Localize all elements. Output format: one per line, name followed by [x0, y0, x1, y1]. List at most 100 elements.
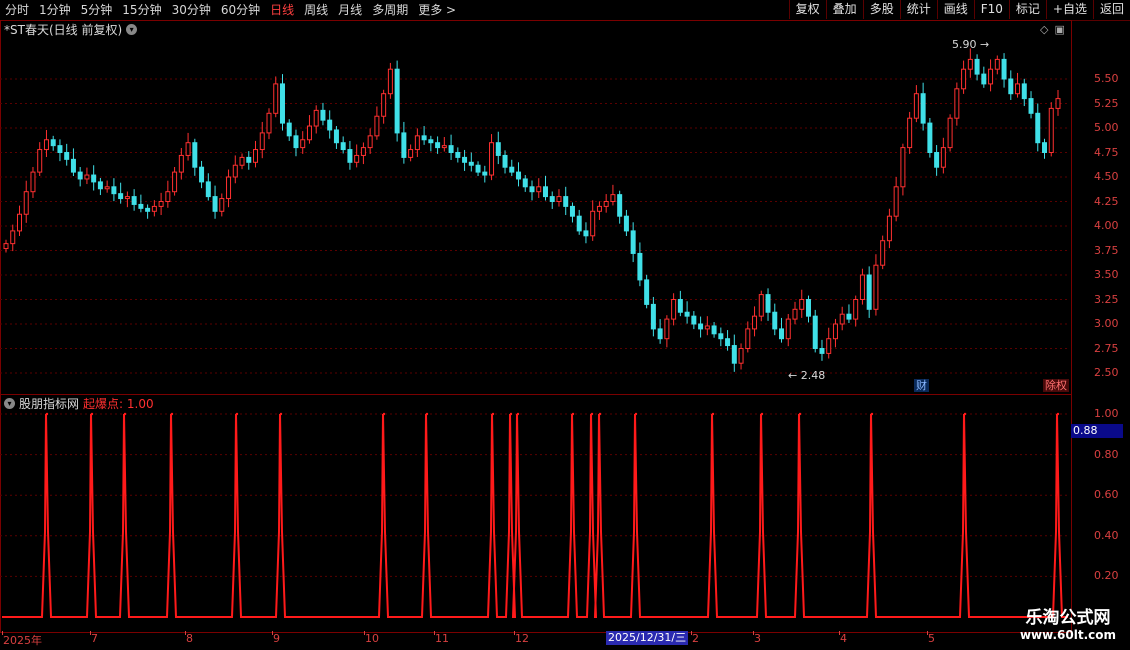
signal-peak [571, 412, 575, 416]
candle-body [253, 149, 259, 163]
candle-body [583, 230, 589, 237]
price-tick-label: 4.00 [1094, 219, 1119, 232]
candle-body [408, 149, 414, 158]
toolbar-button-4[interactable]: 画线 [936, 0, 974, 19]
candle-body [1055, 98, 1061, 109]
candle-body [306, 125, 312, 141]
signal-peak [90, 412, 94, 416]
candle-body [489, 142, 495, 176]
candle-body [158, 201, 164, 207]
toolbar-button-7[interactable]: +自选 [1045, 0, 1093, 19]
date-tick-label: 8 [186, 632, 193, 645]
candle-body [752, 315, 758, 330]
toolbar-button-5[interactable]: F10 [973, 0, 1009, 19]
candle-body [907, 117, 913, 149]
candle-body [785, 318, 791, 340]
candle-body [826, 338, 832, 354]
signal-peak [425, 412, 429, 416]
candle-body [70, 158, 76, 173]
candle-body [327, 119, 333, 131]
candle-body [30, 171, 36, 193]
candle-body [738, 348, 744, 364]
indicator-tick-label: 0.80 [1094, 447, 1119, 461]
arrow-left-icon: ← [788, 369, 798, 382]
toolbar-button-1[interactable]: 叠加 [825, 0, 863, 19]
candle-body [711, 325, 717, 335]
candle-body [124, 196, 130, 200]
date-tick-mark [2, 631, 3, 635]
candle-body [779, 328, 785, 340]
candle-body [131, 196, 137, 205]
candle-body [1008, 78, 1014, 95]
candle-body [873, 264, 879, 310]
candle-body [859, 274, 865, 300]
price-tick-label: 2.75 [1094, 341, 1119, 355]
date-tick-mark [434, 631, 435, 635]
candle-body [354, 154, 360, 163]
price-tick-label: 5.25 [1094, 96, 1119, 110]
candle-body [799, 299, 805, 310]
candle-body [704, 325, 710, 330]
candle-body [151, 205, 157, 212]
date-tick-mark [753, 631, 754, 635]
candle-body [765, 294, 771, 313]
candle-body [893, 186, 899, 217]
price-tick-label: 3.50 [1094, 268, 1119, 281]
date-tick-mark [839, 631, 840, 635]
watermark-url: www.60lt.com [1019, 628, 1116, 642]
date-tick-label: 3 [754, 632, 761, 645]
toolbar-button-6[interactable]: 标记 [1008, 0, 1046, 19]
toolbar-button-0[interactable]: 复权 [788, 0, 826, 19]
candle-body [671, 299, 677, 320]
signal-peak [382, 412, 386, 416]
period-tab-9[interactable]: 多周期 [367, 0, 413, 20]
candle-body [536, 186, 542, 193]
signal-peak [798, 412, 802, 416]
period-tab-6[interactable]: 日线 [265, 0, 299, 20]
candle-body [691, 315, 697, 325]
toolbar-button-2[interactable]: 多股 [862, 0, 900, 19]
candle-body [725, 338, 731, 347]
period-tab-4[interactable]: 30分钟 [167, 0, 216, 20]
candle-body [118, 193, 124, 200]
candle-body [657, 328, 663, 340]
date-tick-mark [927, 631, 928, 635]
period-tab-3[interactable]: 15分钟 [117, 0, 166, 20]
toolbar-button-3[interactable]: 统计 [899, 0, 937, 19]
date-tick-mark [272, 631, 273, 635]
candle-body [401, 132, 407, 158]
candle-body [43, 139, 49, 151]
candle-body [529, 186, 535, 193]
period-tab-0[interactable]: 分时 [0, 0, 34, 20]
candle-body [1021, 83, 1027, 100]
toolbar-button-8[interactable]: 返回 [1092, 0, 1130, 19]
price-tick-label: 3.75 [1094, 243, 1119, 257]
candlestick-chart[interactable] [0, 20, 1070, 393]
ex-rights-tag[interactable]: 除权 [1043, 379, 1069, 392]
candle-body [556, 196, 562, 203]
candle-body [961, 68, 967, 90]
candle-body [64, 152, 70, 160]
candle-body [104, 186, 110, 190]
period-tab-5[interactable]: 60分钟 [216, 0, 265, 20]
period-tab-7[interactable]: 周线 [299, 0, 333, 20]
candle-body [57, 145, 63, 153]
candle-body [367, 135, 373, 149]
candle-body [1048, 107, 1054, 153]
period-tab-10[interactable]: 更多 > [413, 0, 461, 20]
signal-peak [634, 412, 638, 416]
price-tick-label: 4.75 [1094, 145, 1119, 159]
candle-body [286, 122, 292, 137]
financial-report-tag[interactable]: 财 [914, 379, 929, 392]
date-tick-label: 2 [692, 632, 699, 645]
signal-peak [516, 412, 520, 416]
period-tab-8[interactable]: 月线 [333, 0, 367, 20]
candle-body [623, 215, 629, 232]
candle-body [266, 112, 272, 134]
signal-line [2, 413, 1068, 618]
date-tick-label: 12 [515, 632, 529, 645]
indicator-chart[interactable] [0, 394, 1070, 631]
period-tab-1[interactable]: 1分钟 [34, 0, 76, 20]
candle-body [522, 178, 528, 188]
period-tab-2[interactable]: 5分钟 [76, 0, 118, 20]
